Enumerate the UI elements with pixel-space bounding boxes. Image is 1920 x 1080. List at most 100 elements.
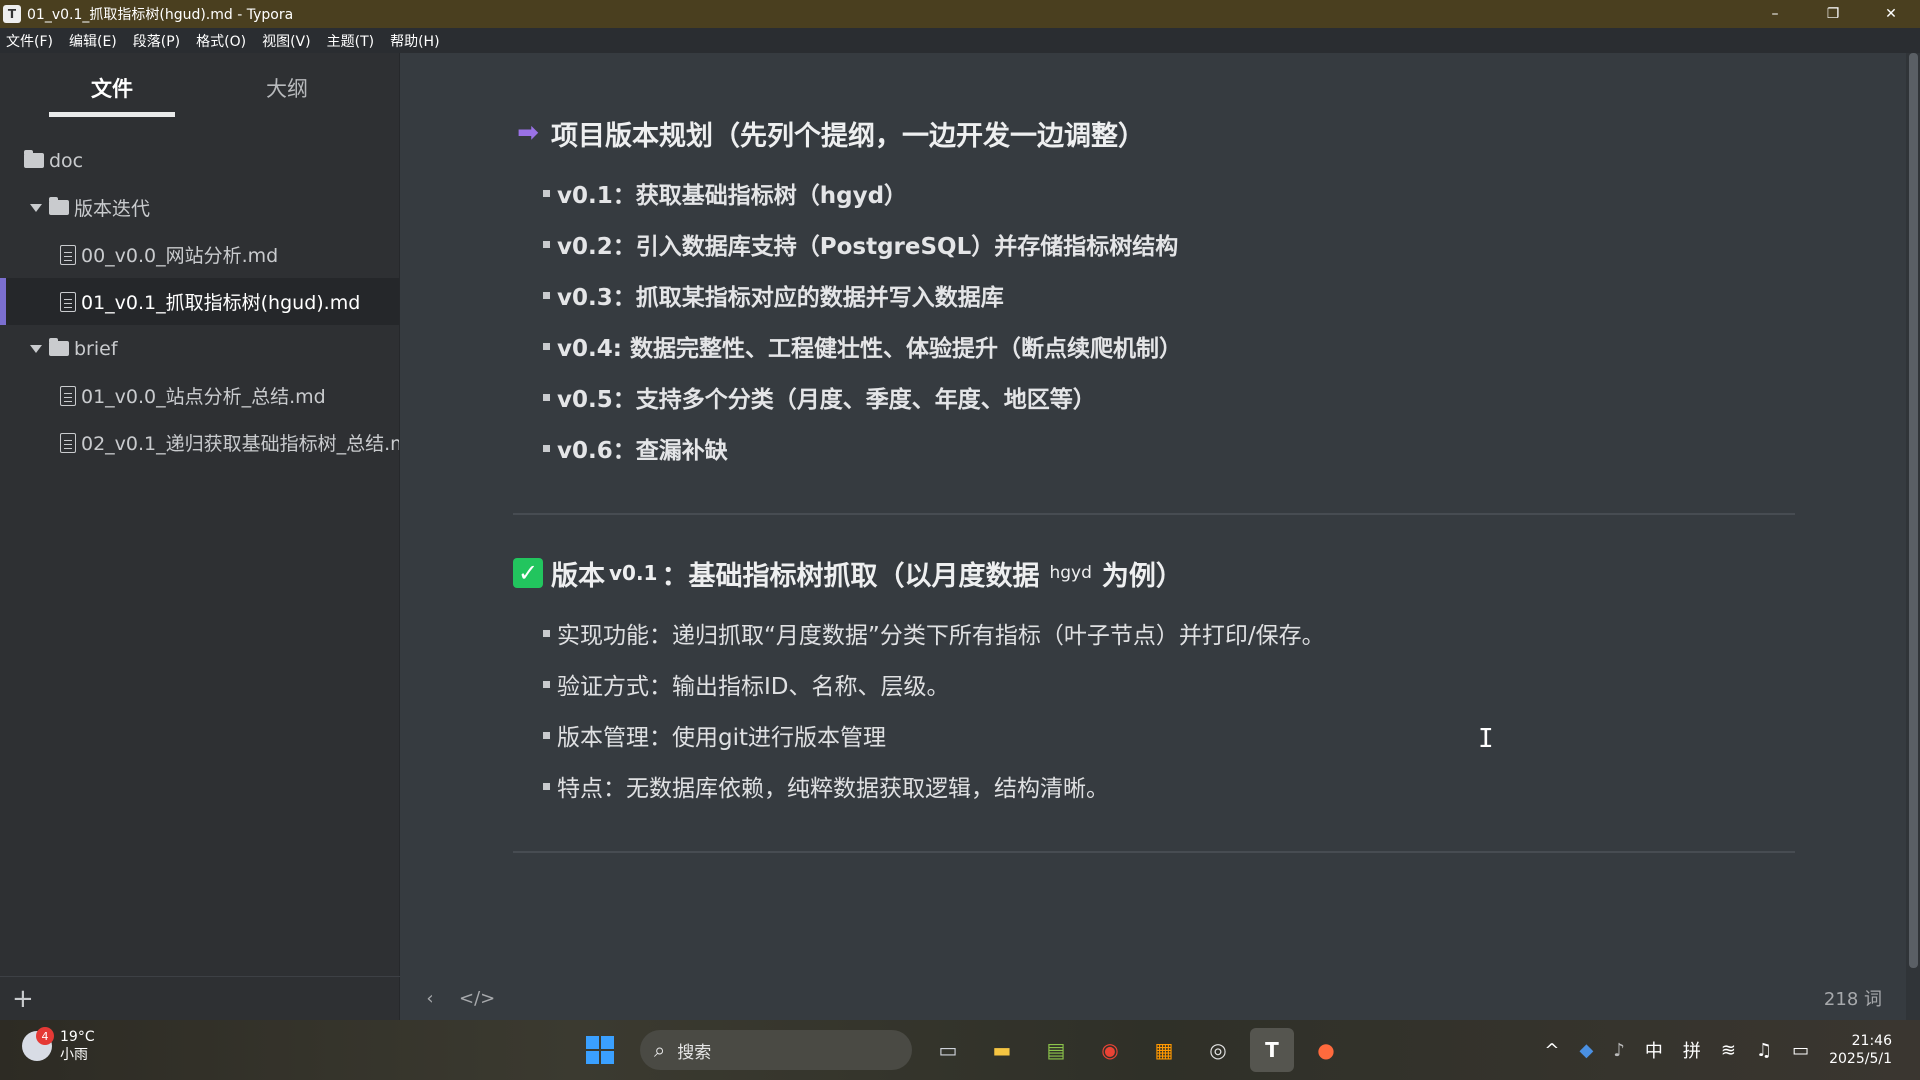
menu-edit[interactable]: 编辑(E) [69, 31, 117, 51]
list-item: v0.5：支持多个分类（月度、季度、年度、地区等） [513, 371, 1795, 422]
search-icon: ⌕ [654, 1038, 666, 1062]
horizontal-rule [513, 851, 1795, 853]
caret-down-icon[interactable] [30, 344, 42, 353]
minimize-button[interactable]: – [1746, 0, 1804, 28]
clock-time: 21:46 [1851, 1033, 1892, 1049]
folder-icon [49, 197, 69, 215]
list-item: 验证方式：输出指标ID、名称、层级。 [513, 658, 1795, 709]
maximize-button[interactable]: ❐ [1804, 0, 1862, 28]
weather-desc: 小雨 [60, 1047, 88, 1063]
list-item: v0.2：引入数据库支持（PostgreSQL）并存储指标树结构 [513, 218, 1795, 269]
volume-icon[interactable]: ♫ [1756, 1040, 1772, 1061]
source-code-icon[interactable]: </> [459, 988, 495, 1009]
notepad-icon[interactable]: ▤ [1034, 1028, 1078, 1072]
weather-widget[interactable]: 4 19°C 小雨 [22, 1027, 95, 1064]
tab-files[interactable]: 文件 [49, 59, 175, 117]
list-item-text: v0.5：支持多个分类（月度、季度、年度、地区等） [557, 386, 1096, 413]
file-icon [60, 385, 76, 406]
heading-text: 项目版本规划（先列个提纲，一边开发一边调整） [551, 120, 1145, 152]
heading-text: 版本 [551, 560, 605, 592]
microphone-icon[interactable]: ♪ [1613, 1040, 1625, 1061]
editor-scrollbar[interactable] [1906, 53, 1920, 1020]
list-item: 实现功能：递归抓取“月度数据”分类下所有指标（叶子节点）并打印/保存。 [513, 607, 1795, 658]
file-icon [60, 244, 76, 265]
tree-file-recursive-summary[interactable]: 02_v0.1_递归获取基础指标树_总结.md [0, 419, 399, 466]
clock[interactable]: 21:46 2025/5/1 [1829, 1032, 1892, 1068]
list-item: v0.4: 数据完整性、工程健壮性、体验提升（断点续爬机制） [513, 320, 1795, 371]
weather-icon: 4 [22, 1027, 54, 1061]
list-item-text: 版本管理：使用git进行版本管理 [557, 724, 887, 751]
heading-code: hgyd [1049, 563, 1092, 583]
list-item-text: v0.6：查漏补缺 [557, 437, 728, 464]
taskbar-search[interactable]: ⌕ 搜索 [640, 1030, 912, 1070]
version-detail-list: 实现功能：递归抓取“月度数据”分类下所有指标（叶子节点）并打印/保存。 验证方式… [513, 607, 1795, 811]
file-explorer-icon[interactable]: ▬ [980, 1028, 1024, 1072]
tree-file-current[interactable]: 01_v0.1_抓取指标树(hgud).md [0, 278, 399, 325]
heading-text: 为例） [1101, 560, 1183, 592]
list-item-text: 特点：无数据库依赖，纯粹数据获取逻辑，结构清晰。 [557, 775, 1109, 802]
tray-chevron-icon[interactable]: ^ [1544, 1040, 1559, 1061]
file-tree: doc 版本迭代 00_v0.0_网站分析.md 01_v0.1_抓取指标树(h… [0, 137, 399, 466]
tree-file-site-summary[interactable]: 01_v0.0_站点分析_总结.md [0, 372, 399, 419]
tree-item-label: 01_v0.1_抓取指标树(hgud).md [81, 292, 361, 314]
file-icon [60, 291, 76, 312]
list-item-text: v0.3：抓取某指标对应的数据并写入数据库 [557, 284, 1004, 311]
wifi-icon[interactable]: ≋ [1721, 1040, 1736, 1061]
horizontal-rule [513, 513, 1795, 515]
typora-app-icon: T [3, 5, 21, 23]
heading-version-plan: ➡ 项目版本规划（先列个提纲，一边开发一边调整） [513, 111, 1795, 155]
editor-area[interactable]: ➡ 项目版本规划（先列个提纲，一边开发一边调整） v0.1：获取基础指标树（hg… [401, 53, 1906, 1020]
tree-item-label: doc [49, 149, 84, 172]
windows-start-icon[interactable] [578, 1028, 622, 1072]
window-title: 01_v0.1_抓取指标树(hgud).md - Typora [27, 7, 294, 23]
caret-down-icon[interactable] [30, 203, 42, 212]
typora-icon[interactable]: T [1250, 1028, 1294, 1072]
compass-app-icon[interactable]: ● [1304, 1028, 1348, 1072]
battery-icon[interactable]: ▭ [1792, 1040, 1809, 1061]
list-item: 特点：无数据库依赖，纯粹数据获取逻辑，结构清晰。 [513, 760, 1795, 811]
chrome-icon[interactable]: ◉ [1088, 1028, 1132, 1072]
list-item: v0.1：获取基础指标树（hgyd） [513, 167, 1795, 218]
ime-mode[interactable]: 拼 [1683, 1037, 1701, 1063]
task-view-icon[interactable]: ▭ [926, 1028, 970, 1072]
tree-file-website-analysis[interactable]: 00_v0.0_网站分析.md [0, 231, 399, 278]
tree-folder-doc[interactable]: doc [0, 137, 399, 184]
list-item: 版本管理：使用git进行版本管理 [513, 709, 1795, 760]
file-icon [60, 432, 76, 453]
chevron-left-icon[interactable]: ‹ [415, 988, 445, 1009]
scrollbar-thumb[interactable] [1909, 53, 1918, 968]
obs-icon[interactable]: ◎ [1196, 1028, 1240, 1072]
add-file-button[interactable]: + [12, 984, 34, 1014]
clock-date: 2025/5/1 [1829, 1051, 1892, 1067]
list-item-text: v0.2：引入数据库支持（PostgreSQL）并存储指标树结构 [557, 233, 1179, 260]
close-button[interactable]: ✕ [1862, 0, 1920, 28]
folder-icon [49, 338, 69, 356]
list-item-text: v0.4: 数据完整性、工程健壮性、体验提升（断点续爬机制） [557, 335, 1182, 362]
word-count[interactable]: 218 词 [1824, 985, 1882, 1011]
tree-item-label: 00_v0.0_网站分析.md [81, 245, 279, 267]
shield-icon[interactable]: ◆ [1580, 1040, 1594, 1061]
temperature: 19°C [60, 1029, 95, 1045]
tree-folder-version-iteration[interactable]: 版本迭代 [0, 184, 399, 231]
weather-badge: 4 [36, 1027, 54, 1045]
tree-item-label: 版本迭代 [74, 198, 151, 220]
menu-paragraph[interactable]: 段落(P) [133, 31, 180, 51]
tree-folder-brief[interactable]: brief [0, 325, 399, 372]
menu-file[interactable]: 文件(F) [6, 31, 53, 51]
document-content[interactable]: ➡ 项目版本规划（先列个提纲，一边开发一边调整） v0.1：获取基础指标树（hg… [513, 111, 1795, 889]
app-grid-icon[interactable]: ▦ [1142, 1028, 1186, 1072]
editor-status-bar: ‹ </> 218 词 [401, 976, 1906, 1020]
tree-item-label: 01_v0.0_站点分析_总结.md [81, 386, 326, 408]
list-item-text: 实现功能：递归抓取“月度数据”分类下所有指标（叶子节点）并打印/保存。 [557, 622, 1325, 649]
ime-language[interactable]: 中 [1645, 1037, 1663, 1063]
menu-help[interactable]: 帮助(H) [390, 31, 439, 51]
list-item: v0.6：查漏补缺 [513, 422, 1795, 473]
list-item: v0.3：抓取某指标对应的数据并写入数据库 [513, 269, 1795, 320]
search-placeholder: 搜索 [677, 1042, 712, 1063]
tab-outline[interactable]: 大纲 [224, 59, 350, 117]
menu-theme[interactable]: 主题(T) [327, 31, 374, 51]
menu-format[interactable]: 格式(O) [196, 31, 246, 51]
menu-bar: 文件(F) 编辑(E) 段落(P) 格式(O) 视图(V) 主题(T) 帮助(H… [0, 28, 1920, 53]
menu-view[interactable]: 视图(V) [262, 31, 311, 51]
soon-arrow-icon: ➡ [517, 118, 539, 148]
